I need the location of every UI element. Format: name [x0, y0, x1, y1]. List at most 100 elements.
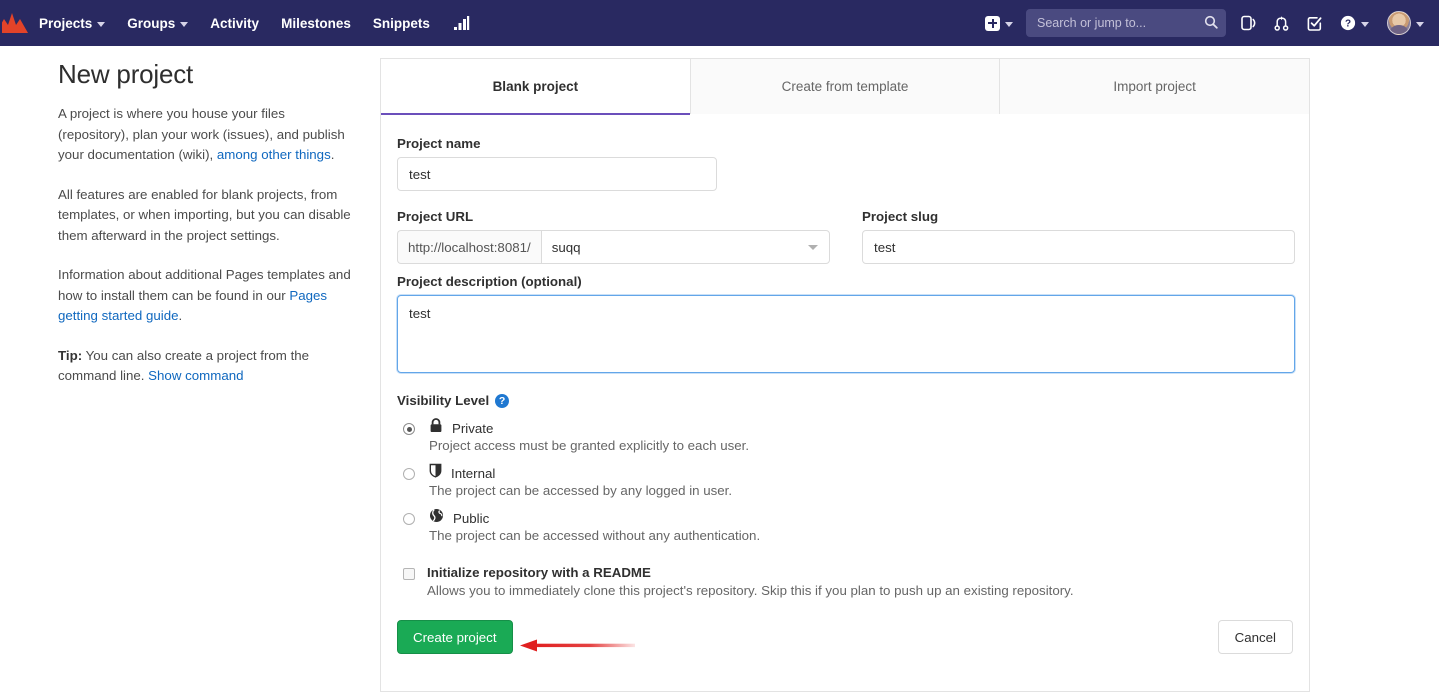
project-url-prefix: http://localhost:8081/ — [397, 230, 541, 264]
chevron-down-icon — [97, 21, 106, 27]
issues-icon[interactable] — [1232, 0, 1265, 46]
merge-requests-icon[interactable] — [1265, 0, 1298, 46]
visibility-private-description: Project access must be granted explicitl… — [429, 438, 750, 453]
navbar-item-activity-label: Activity — [210, 15, 260, 31]
initialize-readme-row[interactable]: Initialize repository with a README Allo… — [397, 565, 1293, 598]
visibility-public-body: Public The project can be accessed witho… — [429, 509, 760, 543]
radio-internal[interactable] — [403, 468, 415, 480]
visibility-public-description: The project can be accessed without any … — [429, 528, 761, 543]
intro-paragraph-1: A project is where you house your files … — [58, 104, 358, 166]
navbar-left-group: Projects Groups Activity Milestones Snip… — [0, 0, 482, 46]
visibility-option-private[interactable]: Private Project access must be granted e… — [397, 418, 1293, 453]
project-type-tabs: Blank project Create from template Impor… — [381, 58, 1310, 115]
among-other-things-link[interactable]: among other things — [217, 147, 331, 162]
visibility-public-name: Public — [453, 510, 490, 526]
navbar-item-milestones[interactable]: Milestones — [270, 0, 362, 46]
initialize-readme-label: Initialize repository with a README — [427, 565, 651, 580]
tab-import-project-label: Import project — [1113, 79, 1196, 94]
project-url-group: http://localhost:8081/ suqq — [397, 230, 830, 264]
gitlab-logo-icon[interactable] — [2, 0, 28, 46]
chevron-down-icon — [180, 21, 189, 27]
visibility-internal-title-row: Internal — [429, 463, 732, 483]
intro-paragraph-3: Information about additional Pages templ… — [58, 265, 358, 327]
project-description-textarea[interactable] — [397, 295, 1295, 373]
tab-blank-project[interactable]: Blank project — [381, 58, 691, 115]
new-project-card: Blank project Create from template Impor… — [380, 58, 1310, 692]
help-icon[interactable]: ? — [495, 393, 510, 408]
create-new-button[interactable] — [976, 0, 1022, 46]
top-navbar: Projects Groups Activity Milestones Snip… — [0, 0, 1439, 46]
visibility-internal-body: Internal The project can be accessed by … — [429, 463, 733, 498]
visibility-option-public[interactable]: Public The project can be accessed witho… — [397, 509, 1293, 543]
navbar-item-groups-label: Groups — [127, 15, 176, 31]
tab-import-project[interactable]: Import project — [1000, 58, 1310, 114]
search-input[interactable] — [1035, 15, 1195, 31]
chevron-down-icon — [1416, 21, 1424, 27]
navbar-item-projects-label: Projects — [39, 15, 93, 31]
project-slug-label: Project slug — [862, 209, 939, 224]
chart-bar-icon[interactable] — [441, 0, 482, 46]
visibility-internal-description: The project can be accessed by any logge… — [429, 483, 733, 498]
intro-tip-paragraph: Tip: You can also create a project from … — [58, 346, 358, 387]
tip-label: Tip: — [58, 347, 83, 363]
visibility-private-title-row: Private — [429, 418, 749, 438]
page-intro-column: New project A project is where you house… — [58, 58, 358, 406]
navbar-item-projects[interactable]: Projects — [28, 0, 116, 46]
radio-private[interactable] — [403, 423, 415, 435]
project-name-label: Project name — [397, 136, 481, 151]
visibility-private-body: Private Project access must be granted e… — [429, 418, 750, 453]
show-command-link[interactable]: Show command — [148, 368, 243, 383]
tab-blank-project-label: Blank project — [492, 79, 579, 94]
plus-square-icon — [985, 15, 1000, 31]
todos-icon[interactable] — [1298, 0, 1331, 46]
initialize-readme-body: Initialize repository with a README Allo… — [427, 565, 1074, 598]
intro-p1-text-b: . — [330, 147, 335, 162]
search-box[interactable] — [1026, 9, 1226, 37]
chevron-down-icon — [1361, 21, 1369, 27]
visibility-private-name: Private — [452, 420, 494, 436]
project-slug-field: Project slug — [862, 209, 1295, 264]
project-name-input[interactable] — [397, 157, 717, 191]
radio-public[interactable] — [403, 513, 415, 525]
visibility-level-header: Visibility Level ? — [397, 393, 1293, 408]
help-icon: ? — [1340, 15, 1356, 31]
search-icon — [1204, 15, 1218, 34]
globe-icon — [429, 508, 444, 528]
shield-icon — [429, 463, 442, 483]
project-description-label: Project description (optional) — [397, 274, 582, 289]
intro-p3-text-b: . — [178, 308, 183, 323]
create-project-button[interactable]: Create project — [397, 620, 513, 654]
project-slug-input[interactable] — [862, 230, 1295, 264]
visibility-level-label: Visibility Level — [397, 393, 490, 408]
initialize-readme-checkbox[interactable] — [403, 568, 415, 580]
visibility-public-title-row: Public — [429, 509, 760, 527]
url-and-slug-row: Project URL http://localhost:8081/ suqq … — [397, 209, 1295, 264]
project-namespace-value: suqq — [551, 239, 581, 255]
visibility-internal-name: Internal — [451, 465, 496, 481]
tab-create-from-template-label: Create from template — [781, 79, 909, 94]
page-title: New project — [58, 59, 194, 89]
project-url-field: Project URL http://localhost:8081/ suqq — [397, 209, 830, 264]
form-actions: Create project Cancel — [397, 620, 1293, 654]
project-description-field: Project description (optional) — [397, 274, 1295, 373]
chevron-down-icon — [1005, 21, 1013, 27]
help-button[interactable]: ? — [1331, 0, 1378, 46]
project-url-label: Project URL — [397, 209, 474, 224]
intro-paragraph-2: All features are enabled for blank proje… — [58, 186, 351, 243]
navbar-item-snippets-label: Snippets — [372, 15, 430, 31]
navbar-item-milestones-label: Milestones — [281, 15, 351, 31]
navbar-item-snippets[interactable]: Snippets — [362, 0, 441, 46]
navbar-item-groups[interactable]: Groups — [116, 0, 199, 46]
project-namespace-select[interactable]: suqq — [540, 230, 830, 264]
user-menu-button[interactable] — [1378, 0, 1433, 46]
new-project-form: Project name Project URL http://localhos… — [381, 114, 1309, 654]
tab-create-from-template[interactable]: Create from template — [690, 58, 1001, 114]
chevron-down-icon — [808, 245, 818, 250]
avatar — [1387, 11, 1411, 35]
navbar-item-activity[interactable]: Activity — [199, 0, 270, 46]
visibility-option-internal[interactable]: Internal The project can be accessed by … — [397, 463, 1293, 498]
svg-text:?: ? — [1345, 19, 1351, 30]
navbar-right-group: ? — [976, 0, 1439, 46]
lock-icon — [429, 418, 443, 438]
cancel-button[interactable]: Cancel — [1217, 620, 1293, 654]
